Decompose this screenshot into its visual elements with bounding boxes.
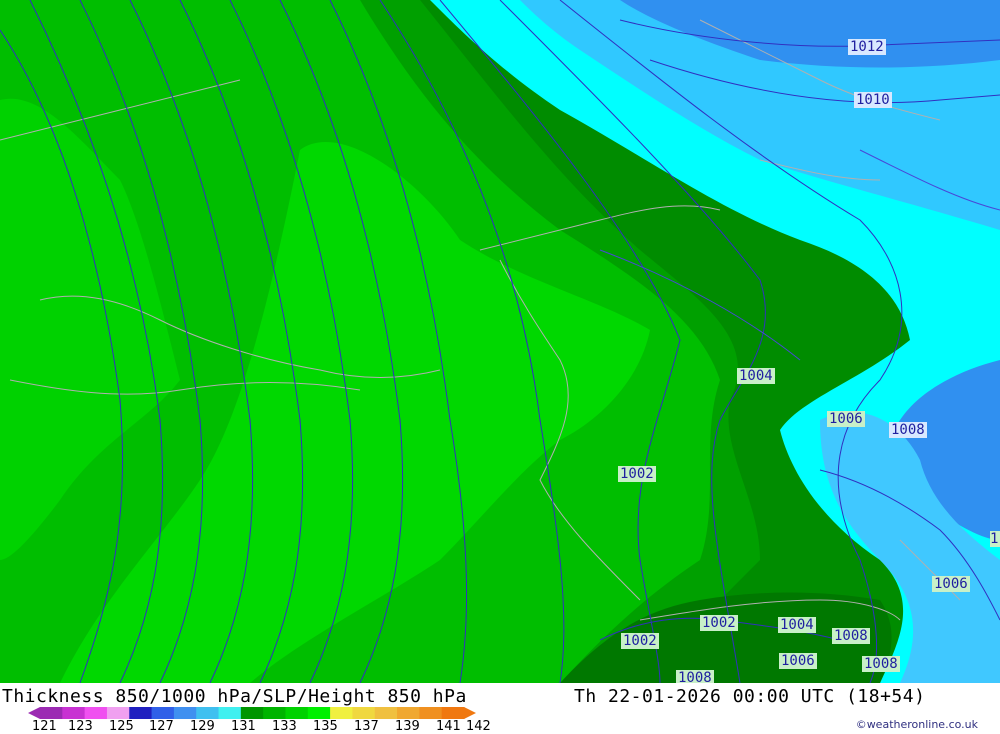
- scale-swatch: [240, 707, 264, 719]
- tick-label: 127: [149, 719, 174, 734]
- scale-swatch: [330, 707, 353, 719]
- scale-swatch: [62, 707, 86, 719]
- tick-label: 135: [313, 719, 338, 734]
- color-scale: [28, 707, 476, 719]
- scale-swatch: [129, 707, 153, 719]
- scale-swatch: [173, 707, 197, 719]
- scale-swatch: [263, 707, 286, 719]
- isobar-label: 1006: [827, 411, 865, 427]
- tick-label: 142: [466, 719, 491, 734]
- scale-swatch: [352, 707, 376, 719]
- isobar-label: 1002: [621, 633, 659, 649]
- scale-swatch: [419, 707, 443, 719]
- scale-swatch: [397, 707, 420, 719]
- isobar-label: 1010: [854, 92, 892, 108]
- weather-map: 1012 1010 1004 1006 1008 1002 1006 1002 …: [0, 0, 1000, 684]
- isobar-label: 1004: [778, 617, 816, 633]
- isobar-label: 1006: [779, 653, 817, 669]
- isobar-label: 1002: [700, 615, 738, 631]
- scale-swatch: [441, 707, 465, 719]
- isobar-label: 1004: [737, 368, 775, 384]
- forecast-datetime: Th 22-01-2026 00:00 UTC (18+54): [574, 686, 926, 707]
- scale-swatch: [84, 707, 108, 719]
- isobar-label: 1: [990, 531, 1000, 547]
- scale-swatch: [374, 707, 398, 719]
- tick-label: 133: [272, 719, 297, 734]
- scale-swatch: [285, 707, 309, 719]
- map-footer: Thickness 850/1000 hPa/SLP/Height 850 hP…: [0, 683, 1000, 734]
- thickness-field: [0, 0, 1000, 684]
- isobar-label: 1008: [832, 628, 870, 644]
- scale-arrow-left: [28, 707, 40, 719]
- scale-swatch: [307, 707, 331, 719]
- isobar-label: 1008: [889, 422, 927, 438]
- tick-label: 121: [32, 719, 57, 734]
- tick-label: 139: [395, 719, 420, 734]
- tick-label: 131: [231, 719, 256, 734]
- scale-arrow-right: [464, 707, 476, 719]
- tick-label: 125: [109, 719, 134, 734]
- scale-swatch: [196, 707, 220, 719]
- isobar-label: 1008: [676, 670, 714, 683]
- map-title: Thickness 850/1000 hPa/SLP/Height 850 hP…: [2, 686, 467, 707]
- scale-swatch: [218, 707, 242, 719]
- scale-swatch: [40, 707, 63, 719]
- isobar-label: 1008: [862, 656, 900, 672]
- isobar-label: 1006: [932, 576, 970, 592]
- isobar-label: 1002: [618, 466, 656, 482]
- tick-label: 137: [354, 719, 379, 734]
- tick-label: 141: [436, 719, 461, 734]
- credit-text: ©weatheronline.co.uk: [855, 718, 978, 731]
- tick-label: 129: [190, 719, 215, 734]
- tick-label: 123: [68, 719, 93, 734]
- scale-swatch: [151, 707, 175, 719]
- scale-swatch: [106, 707, 130, 719]
- isobar-label: 1012: [848, 39, 886, 55]
